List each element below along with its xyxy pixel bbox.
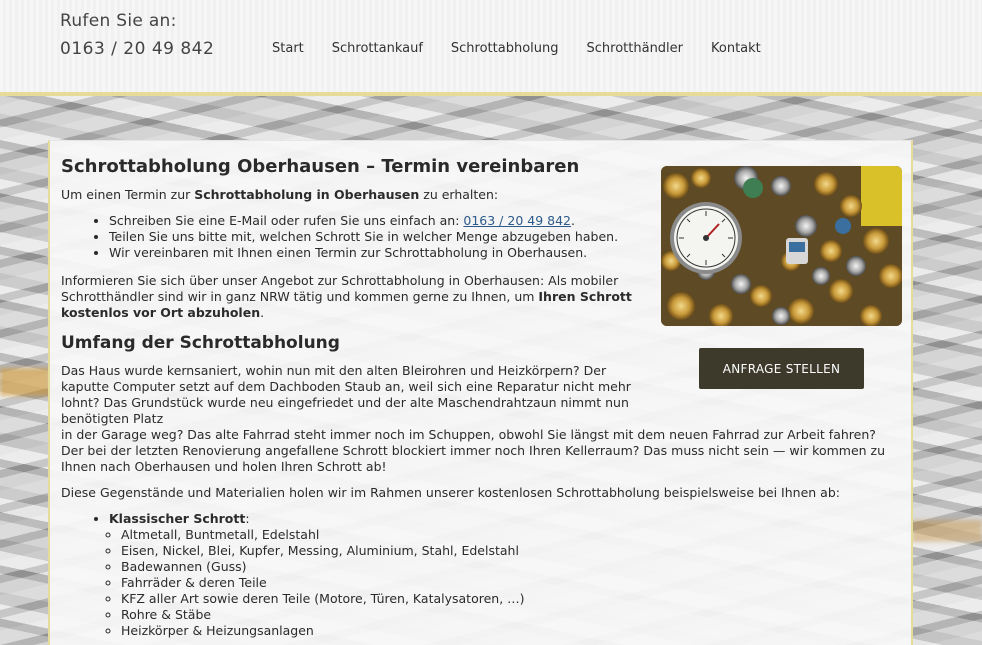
phone-number[interactable]: 0163 / 20 49 842: [60, 39, 214, 59]
header-divider: [0, 92, 982, 96]
phone-block: Rufen Sie an: 0163 / 20 49 842: [60, 11, 214, 59]
list-item: Eisen, Nickel, Blei, Kupfer, Messing, Al…: [121, 543, 899, 559]
list-item: Altmetall, Buntmetall, Edelstahl: [121, 527, 899, 543]
list-item: Klassischer Schrott: Altmetall, Buntmeta…: [109, 511, 899, 639]
intro-paragraph: Um einen Termin zur Schrottabholung in O…: [61, 187, 651, 203]
background-rust: [0, 368, 50, 396]
items-list: Altmetall, Buntmetall, Edelstahl Eisen, …: [121, 527, 899, 639]
nav-schrottankauf[interactable]: Schrottankauf: [332, 41, 423, 56]
list-item: Rohre & Stäbe: [121, 607, 899, 623]
info-text-end: .: [260, 305, 265, 320]
step-text: Schreiben Sie eine E-Mail oder rufen Sie…: [109, 213, 464, 228]
nav-kontakt[interactable]: Kontakt: [711, 41, 761, 56]
category-label: Klassischer Schrott: [109, 511, 246, 526]
nav-schrottabholung[interactable]: Schrottabholung: [451, 41, 559, 56]
step-text-end: .: [570, 213, 575, 228]
nav-schrotthaendler[interactable]: Schrotthändler: [587, 41, 684, 56]
list-item: Heizkörper & Heizungsanlagen: [121, 623, 899, 639]
request-button[interactable]: ANFRAGE STELLEN: [699, 348, 864, 389]
category-list: Klassischer Schrott: Altmetall, Buntmeta…: [109, 511, 899, 639]
info-paragraph: Informieren Sie sich über unser Angebot …: [61, 273, 651, 321]
list-item: KFZ aller Art sowie deren Teile (Motore,…: [121, 591, 899, 607]
items-intro: Diese Gegenstände und Materialien holen …: [61, 485, 840, 500]
scrap-metal-photo: [661, 166, 902, 326]
site-header: Rufen Sie an: 0163 / 20 49 842 Start Sch…: [0, 0, 982, 92]
info-text: Informieren Sie sich über unser Angebot …: [61, 273, 619, 304]
phone-label: Rufen Sie an:: [60, 11, 177, 31]
list-item: Badewannen (Guss): [121, 559, 899, 575]
nav-start[interactable]: Start: [272, 41, 304, 56]
category-colon: :: [245, 511, 250, 526]
content-panel: ANFRAGE STELLEN Schrottabholung Oberhaus…: [48, 140, 913, 645]
intro-text-end: zu erhalten:: [419, 187, 499, 202]
background-rust: [912, 520, 982, 542]
section-text-full: in der Garage weg? Das alte Fahrrad steh…: [61, 427, 886, 474]
section-text-wrapped: Das Haus wurde kernsaniert, wohin nun mi…: [61, 363, 631, 426]
intro-text: Um einen Termin zur: [61, 187, 195, 202]
phone-link[interactable]: 0163 / 20 49 842: [463, 213, 571, 228]
list-item: Fahrräder & deren Teile: [121, 575, 899, 591]
main-nav: Start Schrottankauf Schrottabholung Schr…: [272, 41, 789, 56]
intro-bold: Schrottabholung in Oberhausen: [194, 187, 420, 202]
